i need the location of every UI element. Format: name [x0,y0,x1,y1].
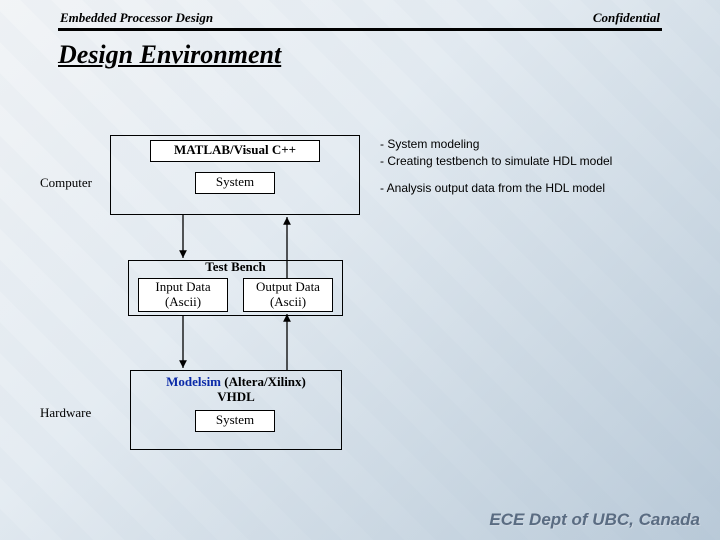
slide-title: Design Environment [58,40,281,70]
side-label-computer: Computer [40,175,92,191]
input-data-box: Input Data (Ascii) [138,278,228,312]
output-data-box: Output Data (Ascii) [243,278,333,312]
system-box-top: System [195,172,275,194]
system-label-top: System [216,174,254,189]
output-data-line2: (Ascii) [244,295,332,310]
footer-text: ECE Dept of UBC, Canada [489,510,700,530]
annotation-mid: - Analysis output data from the HDL mode… [380,180,605,197]
side-label-hardware: Hardware [40,405,91,421]
header-right: Confidential [593,10,660,26]
output-data-line1: Output Data [244,280,332,295]
testbench-label: Test Bench [201,259,270,274]
system-label-bottom: System [216,412,254,427]
matlab-label: MATLAB/Visual C++ [174,142,296,157]
annotation-top: - System modeling - Creating testbench t… [380,136,612,170]
modelsim-vendor: (Altera/Xilinx) [221,374,306,389]
input-data-line2: (Ascii) [139,295,227,310]
slide: Embedded Processor Design Confidential D… [0,0,720,540]
modelsim-label: Modelsim [166,374,221,389]
diagram-canvas: Computer MATLAB/Visual C++ System - Syst… [40,100,680,480]
matlab-box: MATLAB/Visual C++ [150,140,320,162]
header-left: Embedded Processor Design [60,10,213,26]
input-data-line1: Input Data [139,280,227,295]
vhdl-label: VHDL [217,389,255,404]
header-rule [58,28,662,31]
system-box-bottom: System [195,410,275,432]
